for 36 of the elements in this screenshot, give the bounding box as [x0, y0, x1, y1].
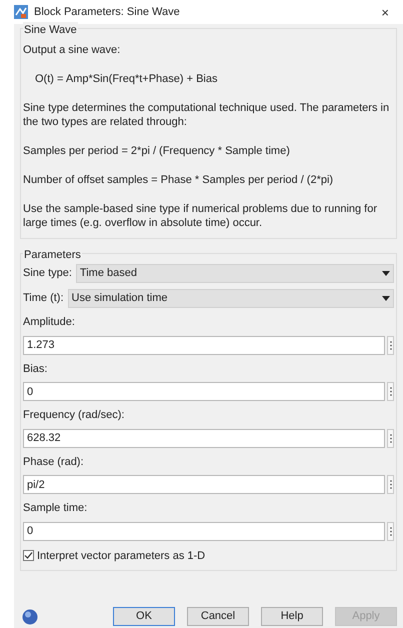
- more-options-button[interactable]: [387, 336, 394, 354]
- field-label: Bias:: [23, 362, 48, 376]
- window-title: Block Parameters: Sine Wave: [34, 4, 180, 20]
- dialog-button[interactable]: Cancel: [187, 607, 249, 626]
- input-field[interactable]: 0: [23, 382, 385, 401]
- more-options-button[interactable]: [387, 522, 394, 540]
- field-label: Phase (rad):: [23, 454, 85, 470]
- more-options-button[interactable]: [387, 382, 394, 401]
- dropdown-label: Time (t):: [23, 291, 64, 306]
- dropdown[interactable]: Use simulation time: [68, 289, 394, 308]
- app-icon: [14, 5, 28, 19]
- dropdown[interactable]: Time based: [76, 264, 394, 283]
- description-text: Samples per period = 2*pi / (Frequency * Sample time): [23, 144, 291, 158]
- dialog-button[interactable]: OK: [113, 607, 175, 626]
- input-field[interactable]: 628.32: [23, 428, 385, 448]
- input-field[interactable]: pi/2: [23, 475, 385, 494]
- caret-down-icon: [382, 271, 390, 276]
- field-label: Frequency (rad/sec):: [23, 408, 126, 423]
- description-text: Number of offset samples = Phase * Samples per period / (2*pi): [23, 173, 334, 187]
- help-icon[interactable]: [22, 608, 38, 624]
- input-field[interactable]: 0: [23, 522, 385, 540]
- description-text: Use the sample-based sine type if numerical problems due to running for large times (e.g. overflow in absolute time) occur.: [23, 202, 378, 230]
- input-field[interactable]: 1.273: [23, 336, 385, 354]
- formula-text: O(t) = Amp*Sin(Freq*t+Phase) + Bias: [34, 72, 218, 86]
- checkbox[interactable]: [23, 550, 34, 562]
- field-label: Sample time:: [23, 501, 88, 516]
- dropdown-label: Sine type:: [23, 266, 72, 282]
- description-text: Output a sine wave:: [23, 43, 122, 57]
- more-options-button[interactable]: [387, 428, 394, 448]
- close-button[interactable]: ×: [381, 6, 389, 18]
- description-text: Sine type determines the computational technique used. The parameters in the two types are related through:: [23, 101, 390, 129]
- field-label: Amplitude:: [23, 315, 76, 330]
- more-options-button[interactable]: [387, 475, 394, 494]
- dialog-button[interactable]: Help: [261, 607, 323, 626]
- caret-down-icon: [382, 296, 390, 301]
- checkbox-label: Interpret vector parameters as 1-D: [37, 548, 206, 564]
